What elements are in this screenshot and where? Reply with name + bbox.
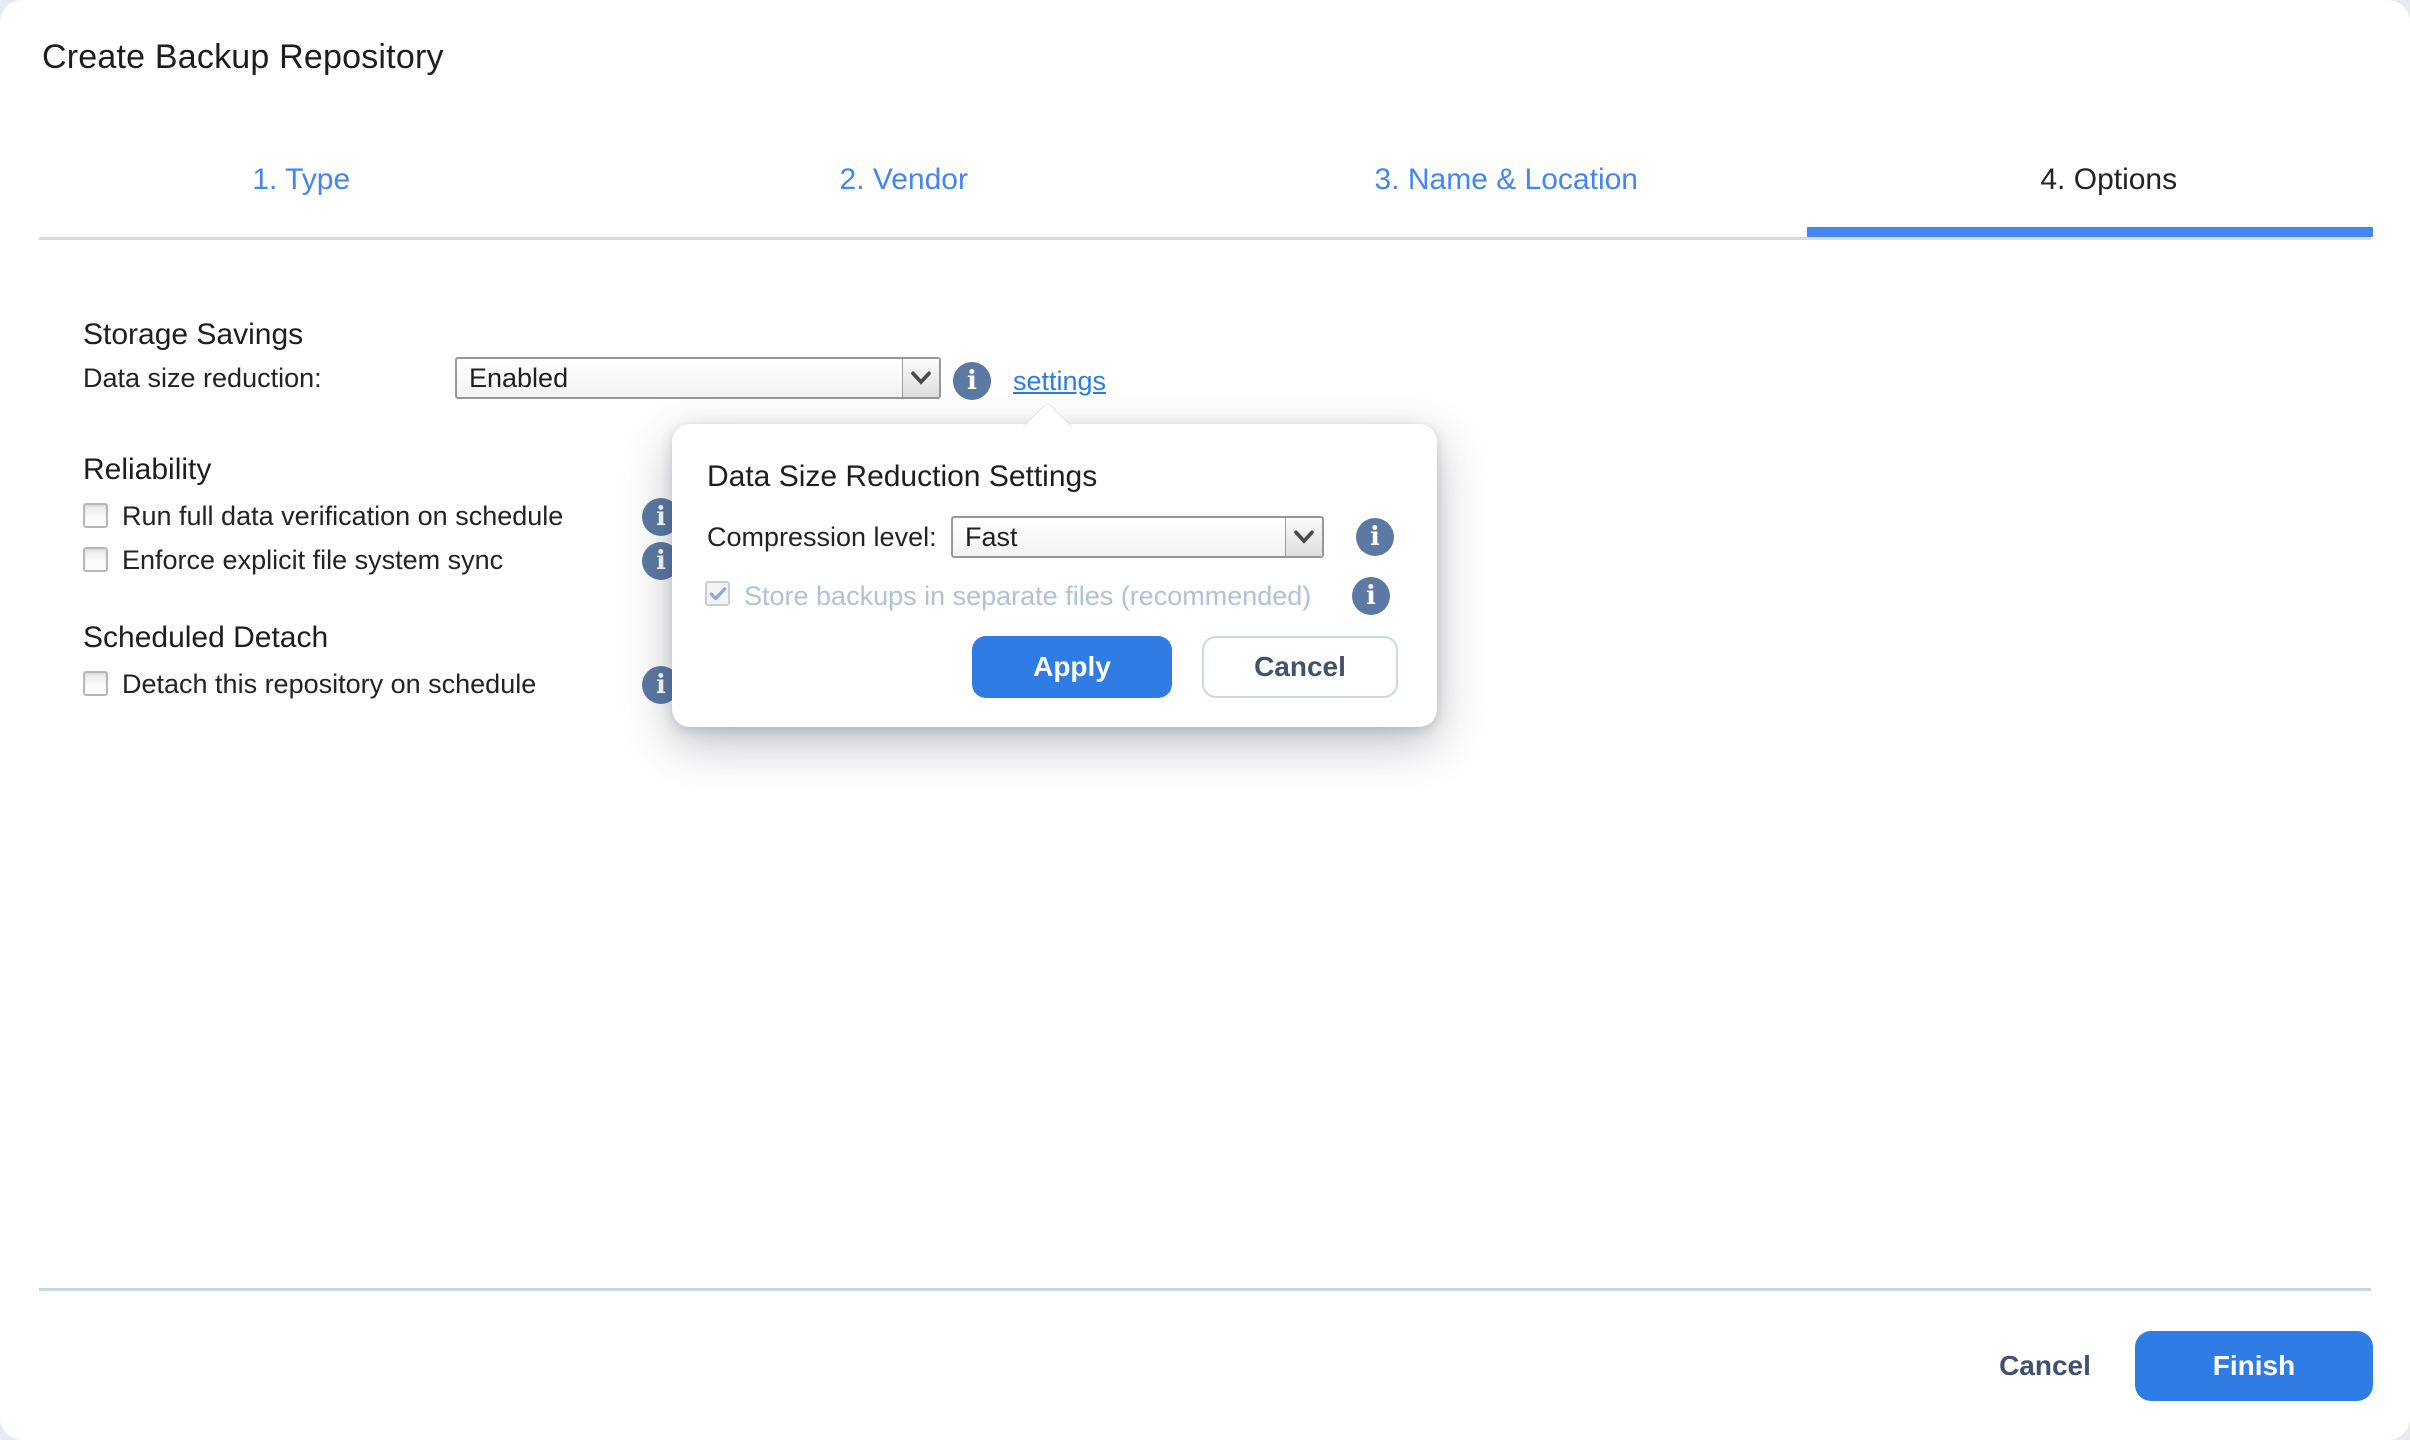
scheduled-detach-heading: Scheduled Detach [83, 621, 329, 654]
chevron-down-icon [902, 359, 939, 397]
tab-options[interactable]: 4. Options [1808, 150, 2410, 210]
checkbox-separate-files-label: Store backups in separate files (recomme… [744, 581, 1312, 611]
wizard-steps: 1. Type 2. Vendor 3. Name & Location 4. … [0, 150, 2410, 210]
checkbox-enforce-sync[interactable] [83, 547, 108, 572]
settings-link[interactable]: settings [1013, 360, 1106, 402]
wizard-window: Create Backup Repository 1. Type 2. Vend… [0, 0, 2410, 1440]
page-title: Create Backup Repository [42, 38, 444, 76]
compression-level-label: Compression level: [707, 522, 937, 552]
tab-vendor[interactable]: 2. Vendor [603, 150, 1206, 210]
checkbox-run-verification[interactable] [83, 503, 108, 528]
footer-cancel-button[interactable]: Cancel [1985, 1336, 2105, 1396]
checkbox-enforce-sync-label: Enforce explicit file system sync [122, 545, 504, 575]
chevron-down-icon [1285, 518, 1322, 556]
compression-level-value: Fast [965, 521, 1018, 552]
finish-button[interactable]: Finish [2135, 1331, 2373, 1401]
apply-button[interactable]: Apply [972, 636, 1172, 698]
reliability-heading: Reliability [83, 453, 212, 486]
info-icon[interactable] [953, 362, 991, 400]
footer-divider [39, 1288, 2371, 1291]
data-size-reduction-select[interactable]: Enabled [455, 357, 941, 399]
active-tab-indicator [1807, 227, 2373, 237]
storage-savings-heading: Storage Savings [83, 318, 304, 351]
checkbox-run-verification-label: Run full data verification on schedule [122, 501, 564, 531]
checkbox-separate-files [705, 581, 730, 606]
data-size-reduction-value: Enabled [469, 362, 569, 393]
checkbox-detach-schedule-label: Detach this repository on schedule [122, 669, 537, 699]
popover-cancel-button[interactable]: Cancel [1202, 636, 1398, 698]
info-icon[interactable] [1356, 518, 1394, 556]
data-size-reduction-popover: Data Size Reduction Settings Compression… [672, 401, 1437, 727]
tab-type[interactable]: 1. Type [0, 150, 603, 210]
popover-arrow [1022, 401, 1073, 452]
popover-title: Data Size Reduction Settings [707, 460, 1098, 493]
tab-underline-track [39, 237, 2371, 240]
data-size-reduction-label: Data size reduction: [83, 363, 322, 393]
compression-level-select[interactable]: Fast [951, 516, 1324, 558]
checkbox-detach-schedule[interactable] [83, 671, 108, 696]
info-icon[interactable] [1352, 577, 1390, 615]
tab-name-location[interactable]: 3. Name & Location [1205, 150, 1808, 210]
wizard-dialog: Create Backup Repository 1. Type 2. Vend… [0, 0, 2410, 1440]
